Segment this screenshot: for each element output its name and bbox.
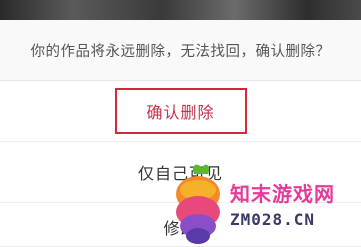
- background-photo: [0, 0, 361, 20]
- delete-warning-text: 你的作品将永远删除，无法找回，确认删除？: [0, 20, 361, 81]
- confirm-delete-highlight[interactable]: 确认删除: [114, 88, 247, 134]
- confirm-delete-row[interactable]: 确认删除: [0, 81, 361, 142]
- watermark-domain: ZM028.CN: [230, 210, 316, 229]
- watermark-brand: 知末游戏网: [230, 182, 335, 206]
- confirm-delete-button[interactable]: 确认删除: [146, 99, 214, 123]
- watermark: 知末游戏网 ZM028.CN: [168, 160, 361, 246]
- watermark-logo-icon: [176, 164, 220, 244]
